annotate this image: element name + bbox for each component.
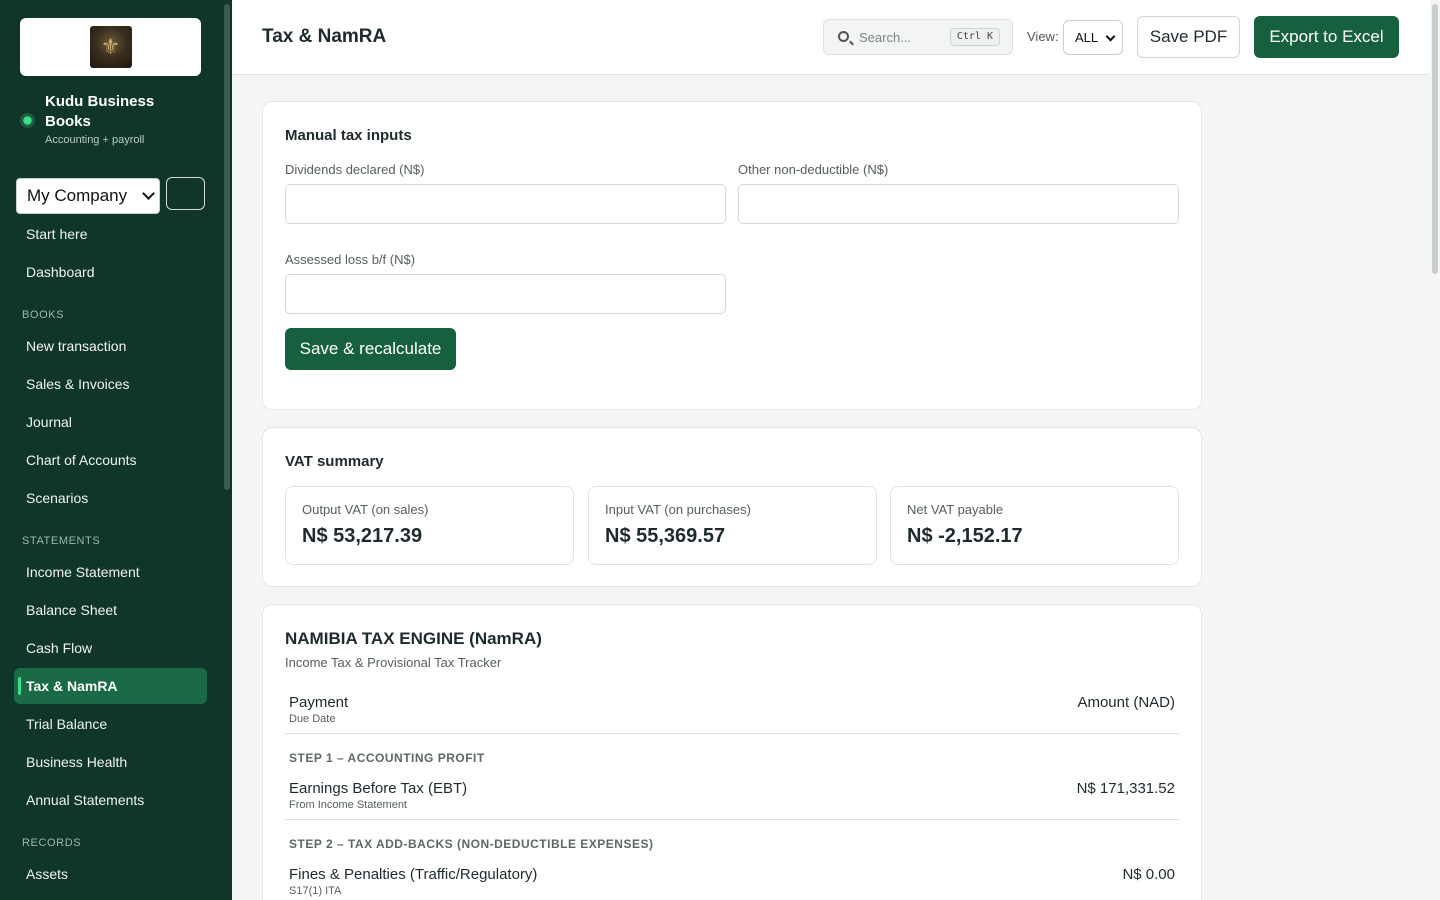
search-placeholder: Search... (859, 30, 912, 45)
nav-chart-of-accounts[interactable]: Chart of Accounts (14, 442, 207, 478)
sidebar: ⚜ Kudu Business Books Accounting + payro… (0, 0, 232, 900)
ebt-amount: N$ 171,331.52 (1076, 780, 1175, 797)
brand-subtitle: Accounting + payroll (45, 134, 145, 146)
view-select-value: ALL (1075, 30, 1099, 45)
view-select[interactable]: ALL (1063, 20, 1123, 55)
table-row: Earnings Before Tax (EBT) From Income St… (285, 777, 1179, 820)
manual-tax-inputs-card: Manual tax inputs Dividends declared (N$… (262, 101, 1202, 410)
net-vat-label: Net VAT payable (907, 502, 1004, 517)
step-header-row: STEP 2 – TAX ADD-BACKS (NON-DEDUCTIBLE E… (285, 829, 1179, 859)
nav-trial-balance[interactable]: Trial Balance (14, 706, 207, 742)
save-recalculate-button[interactable]: Save & recalculate (285, 328, 456, 370)
vat-summary-card: VAT summary Output VAT (on sales) N$ 53,… (262, 427, 1202, 587)
nav-section-statements: STATEMENTS (22, 535, 101, 547)
column-header-payment: Payment (289, 694, 349, 711)
tax-engine-card: NAMIBIA TAX ENGINE (NamRA) Income Tax & … (262, 604, 1202, 900)
nav-balance-sheet[interactable]: Balance Sheet (14, 592, 207, 628)
input-vat-label: Input VAT (on purchases) (605, 502, 751, 517)
search-icon (838, 31, 849, 42)
output-vat-label: Output VAT (on sales) (302, 502, 429, 517)
status-dot-icon (20, 113, 35, 128)
column-header-amount: Amount (NAD) (1077, 694, 1175, 711)
company-action-button[interactable] (166, 177, 205, 210)
input-vat-box: Input VAT (on purchases) N$ 55,369.57 (588, 486, 877, 565)
output-vat-value: N$ 53,217.39 (302, 525, 423, 547)
nav-tax-namra[interactable]: Tax & NamRA (14, 668, 207, 704)
nav-assets[interactable]: Assets (14, 856, 207, 892)
save-pdf-button[interactable]: Save PDF (1137, 16, 1240, 58)
nav-new-transaction[interactable]: New transaction (14, 328, 207, 364)
nav-business-health[interactable]: Business Health (14, 744, 207, 780)
dividends-field[interactable] (285, 184, 726, 224)
assessed-loss-label: Assessed loss b/f (N$) (285, 252, 416, 267)
nav-journal[interactable]: Journal (14, 404, 207, 440)
nav-start-here[interactable]: Start here (14, 216, 207, 252)
search-shortcut-badge: Ctrl K (949, 28, 1000, 46)
fines-reference: S17(1) ITA (289, 885, 342, 897)
assessed-loss-field[interactable] (285, 274, 726, 314)
company-logo: ⚜ (89, 26, 132, 68)
column-header-due-date: Due Date (289, 713, 336, 725)
input-vat-value: N$ 55,369.57 (605, 525, 726, 547)
chevron-down-icon (142, 187, 155, 200)
top-bar: Tax & NamRA Search... Ctrl K View: ALL S… (232, 0, 1430, 75)
output-vat-box: Output VAT (on sales) N$ 53,217.39 (285, 486, 574, 565)
sidebar-scrollbar[interactable] (224, 4, 230, 490)
company-select-value: My Company (27, 186, 128, 205)
nav-cash-flow[interactable]: Cash Flow (14, 630, 207, 666)
card-title: VAT summary (285, 453, 384, 470)
chevron-down-icon (1105, 31, 1116, 42)
step-header-row: STEP 1 – ACCOUNTING PROFIT (285, 743, 1179, 773)
ebt-label: Earnings Before Tax (EBT) (289, 780, 468, 797)
page-title: Tax & NamRA (262, 26, 387, 47)
nav-section-records: RECORDS (22, 837, 82, 849)
search-input[interactable]: Search... Ctrl K (823, 19, 1013, 55)
tax-engine-title: NAMIBIA TAX ENGINE (NamRA) (285, 629, 542, 648)
step-1-heading: STEP 1 – ACCOUNTING PROFIT (289, 751, 485, 765)
dividends-label: Dividends declared (N$) (285, 162, 425, 177)
table-row: Fines & Penalties (Traffic/Regulatory) S… (285, 863, 1179, 900)
view-label: View: (1027, 29, 1059, 44)
nav-section-books: BOOKS (22, 309, 65, 321)
net-vat-box: Net VAT payable N$ -2,152.17 (890, 486, 1179, 565)
nav-income-statement[interactable]: Income Statement (14, 554, 207, 590)
logo-container: ⚜ (20, 18, 201, 76)
table-header-row: Payment Due Date Amount (NAD) (285, 691, 1179, 734)
other-nondeductible-field[interactable] (738, 184, 1179, 224)
other-nondeductible-label: Other non-deductible (N$) (738, 162, 889, 177)
tax-engine-subtitle: Income Tax & Provisional Tax Tracker (285, 655, 502, 670)
company-select[interactable]: My Company (16, 178, 160, 214)
fines-amount: N$ 0.00 (1122, 866, 1175, 883)
export-excel-button[interactable]: Export to Excel (1254, 16, 1399, 58)
card-title: Manual tax inputs (285, 127, 412, 144)
nav-sales-invoices[interactable]: Sales & Invoices (14, 366, 207, 402)
fines-label: Fines & Penalties (Traffic/Regulatory) (289, 866, 538, 883)
net-vat-value: N$ -2,152.17 (907, 525, 1023, 547)
nav-scenarios[interactable]: Scenarios (14, 480, 207, 516)
ebt-source: From Income Statement (289, 799, 407, 811)
main-scrollbar[interactable] (1432, 4, 1438, 274)
nav-dashboard[interactable]: Dashboard (14, 254, 207, 290)
nav-annual-statements[interactable]: Annual Statements (14, 782, 207, 818)
brand-name: Kudu Business Books (45, 93, 155, 130)
step-2-heading: STEP 2 – TAX ADD-BACKS (NON-DEDUCTIBLE E… (289, 837, 654, 851)
